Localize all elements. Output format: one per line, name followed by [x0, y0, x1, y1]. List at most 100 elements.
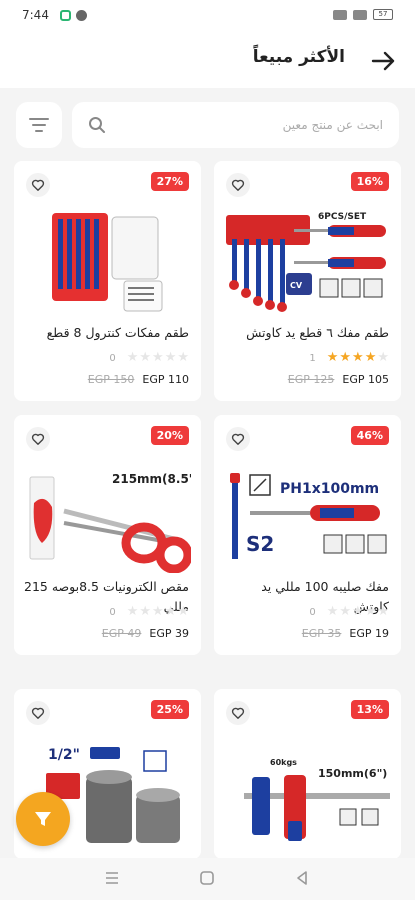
wifi-icon [353, 9, 367, 20]
image-label: S2 [246, 532, 274, 556]
star-icon: ★ [139, 604, 152, 619]
star-icon: ★ [377, 350, 389, 365]
filter-fab[interactable] [16, 792, 70, 846]
favorite-button[interactable] [26, 427, 50, 451]
app-notification-icon [76, 10, 87, 21]
app-notification-icon [60, 10, 71, 21]
image-label: 215mm(8.5") [112, 472, 191, 486]
product-image: 215mm(8.5") [29, 472, 191, 573]
image-label: 1/2" [48, 747, 80, 763]
discount-badge: 46% [350, 426, 389, 445]
heart-icon [231, 707, 245, 719]
price: EGP 110 [142, 373, 189, 386]
back-button[interactable] [369, 47, 399, 75]
filter-button[interactable] [16, 102, 62, 148]
system-nav-bar [0, 858, 415, 900]
star-icon: ★ [352, 350, 364, 365]
star-icon: ★ [152, 604, 164, 619]
rating-count: 0 [109, 352, 116, 364]
price-row: EGP 150 EGP 110 [88, 373, 189, 386]
heart-icon [31, 179, 45, 191]
star-icon: ★ [152, 350, 164, 365]
status-indicators: 57 [333, 9, 393, 20]
star-icon: ★ [377, 604, 389, 619]
discount-badge: 25% [150, 700, 189, 719]
image-label: 150mm(6") [318, 767, 387, 780]
star-icon: ★ [164, 350, 177, 365]
product-image: 60kgs 150mm(6") [244, 758, 390, 841]
home-icon[interactable] [199, 870, 215, 886]
product-card[interactable]: 27% طقم مفكات كنترول 8 قطع 0 ★ ★ ★ ★ ★ E… [14, 161, 201, 401]
product-image: PH1x100mm S2 [230, 473, 387, 559]
discount-badge: 16% [350, 172, 389, 191]
star-icon: ★ [326, 604, 339, 619]
heart-icon [31, 433, 45, 445]
star-icon: ★ [177, 604, 189, 619]
rating-count: 0 [309, 606, 316, 618]
star-icon: ★ [339, 604, 352, 619]
image-label: 6PCS/SET [318, 212, 367, 222]
star-icon: ★ [126, 604, 139, 619]
rating: 0 ★ ★ ★ ★ ★ [109, 605, 189, 619]
vibrate-icon [333, 9, 347, 20]
funnel-icon [35, 812, 51, 826]
favorite-button[interactable] [226, 701, 250, 725]
favorite-button[interactable] [26, 173, 50, 197]
product-image [52, 213, 163, 312]
price-row: EGP 125 EGP 105 [288, 373, 389, 386]
discount-badge: 20% [150, 426, 189, 445]
svg-text:CV: CV [290, 281, 303, 290]
search-icon [89, 117, 105, 133]
image-label: PH1x100mm [280, 481, 379, 497]
old-price: EGP 35 [301, 627, 342, 640]
arrow-right-icon [371, 51, 395, 71]
product-image: CV 6PCS/SET [226, 212, 386, 312]
search-bar[interactable] [72, 102, 399, 148]
image-label: 60kgs [270, 758, 297, 767]
rating: 1 ★ ★ ★ ★ ★ [309, 351, 389, 365]
heart-icon [231, 433, 245, 445]
product-card[interactable]: 13% 60kgs 150mm(6") [214, 689, 401, 859]
heart-icon [231, 179, 245, 191]
favorite-button[interactable] [226, 173, 250, 197]
discount-badge: 13% [350, 700, 389, 719]
price: EGP 39 [149, 627, 189, 640]
favorite-button[interactable] [226, 427, 250, 451]
price-row: EGP 49 EGP 39 [102, 627, 189, 640]
price-row: EGP 35 EGP 19 [302, 627, 389, 640]
recent-apps-icon[interactable] [104, 870, 120, 886]
price: EGP 19 [349, 627, 389, 640]
product-name: طقم مفكات كنترول 8 قطع [46, 325, 189, 340]
star-icon: ★ [126, 350, 139, 365]
app-header: الأكثر مبيعاً [0, 34, 415, 88]
product-name: طقم مفك ٦ قطع يد كاوتش [246, 325, 389, 340]
star-icon: ★ [139, 350, 152, 365]
product-card[interactable]: 20% 215mm(8.5") مقص الكترونيات 8.5بوصه 2… [14, 415, 201, 655]
rating-count: 0 [109, 606, 116, 618]
back-nav-icon[interactable] [294, 870, 310, 886]
rating-count: 1 [309, 352, 316, 364]
old-price: EGP 150 [87, 373, 135, 386]
old-price: EGP 49 [101, 627, 142, 640]
star-icon: ★ [352, 604, 364, 619]
star-icon: ★ [339, 350, 352, 365]
product-card[interactable]: 46% PH1x100mm S2 مفك صليبه 100 مللي يد ك… [214, 415, 401, 655]
product-card[interactable]: 16% CV 6PCS/SET طقم مفك ٦ قطع يد كاوتش 1… [214, 161, 401, 401]
status-bar: 7:44 57 [0, 0, 415, 34]
price: EGP 105 [342, 373, 389, 386]
star-icon: ★ [164, 604, 177, 619]
search-input[interactable] [123, 102, 383, 148]
star-icon: ★ [364, 604, 377, 619]
rating: 0 ★ ★ ★ ★ ★ [109, 351, 189, 365]
heart-icon [31, 707, 45, 719]
battery-icon: 57 [373, 9, 393, 20]
star-icon: ★ [364, 350, 377, 365]
status-time: 7:44 [22, 8, 49, 22]
rating: 0 ★ ★ ★ ★ ★ [309, 605, 389, 619]
discount-badge: 27% [150, 172, 189, 191]
old-price: EGP 125 [287, 373, 335, 386]
star-icon: ★ [177, 350, 189, 365]
star-icon: ★ [326, 350, 339, 365]
page-title: الأكثر مبيعاً [252, 47, 345, 67]
favorite-button[interactable] [26, 701, 50, 725]
